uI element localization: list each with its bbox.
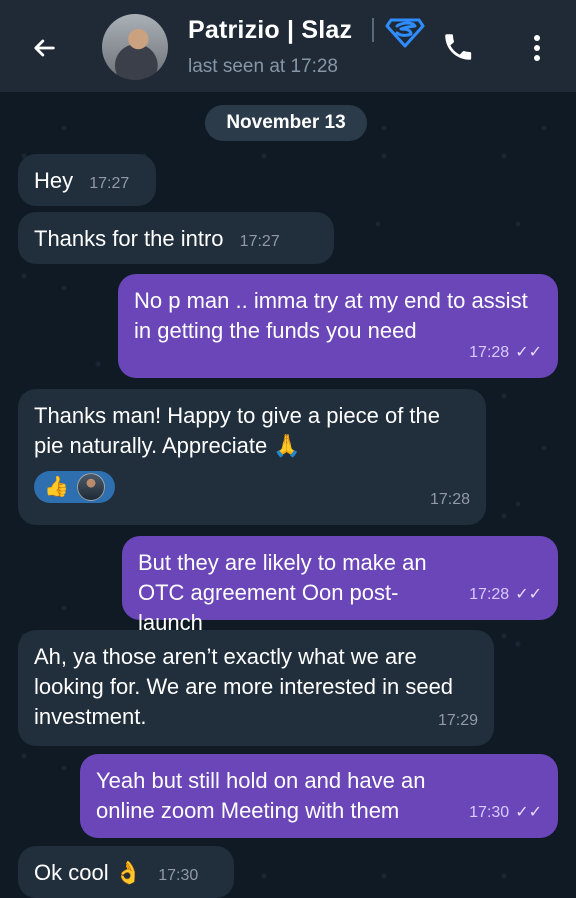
message-meta: 17:28 ✓✓ bbox=[469, 338, 542, 368]
date-chip: November 13 bbox=[205, 105, 367, 141]
chat-header: Patrizio | Slaz last seen at 17:28 bbox=[0, 0, 576, 92]
message-bubble[interactable]: Hey 17:27 bbox=[18, 154, 156, 206]
message-bubble[interactable]: Thanks man! Happy to give a piece of the… bbox=[18, 389, 486, 525]
message-bubble[interactable]: Yeah but still hold on and have an onlin… bbox=[80, 754, 558, 838]
more-vertical-icon[interactable] bbox=[527, 30, 547, 66]
message-text: Ah, ya those aren’t exactly what we are … bbox=[34, 644, 454, 729]
message-bubble[interactable]: Ah, ya those aren’t exactly what we are … bbox=[18, 630, 494, 746]
message-time: 17:30 bbox=[469, 804, 510, 821]
contact-name[interactable]: Patrizio | Slaz bbox=[188, 16, 352, 45]
message-meta: 17:29 bbox=[438, 706, 478, 736]
message-bubble[interactable]: But they are likely to make an OTC agree… bbox=[122, 536, 558, 635]
message-text: Thanks man! Happy to give a piece of the… bbox=[34, 403, 441, 458]
reaction-row: 👍 bbox=[34, 471, 470, 503]
read-receipt-icon: ✓✓ bbox=[515, 804, 542, 821]
message-time: 17:30 bbox=[158, 867, 199, 884]
message-time: 17:29 bbox=[437, 712, 478, 729]
message-bubble[interactable]: Thanks for the intro 17:27 bbox=[18, 212, 334, 264]
message-time: 17:27 bbox=[239, 233, 280, 250]
name-separator bbox=[372, 18, 374, 42]
message-text: Hey bbox=[34, 168, 74, 193]
message-time: 17:28 bbox=[469, 344, 510, 361]
message-text: No p man .. imma try at my end to assist… bbox=[134, 288, 528, 343]
message-text: Ok cool 👌 bbox=[34, 860, 143, 885]
read-receipt-icon: ✓✓ bbox=[515, 344, 542, 361]
read-receipt-icon: ✓✓ bbox=[515, 586, 542, 603]
arrow-left-icon[interactable] bbox=[26, 30, 62, 66]
superman-shield-icon bbox=[385, 16, 425, 48]
reaction-pill[interactable]: 👍 bbox=[34, 471, 115, 503]
message-bubble[interactable]: Ok cool 👌 17:30 bbox=[18, 846, 234, 898]
phone-icon[interactable] bbox=[441, 30, 475, 64]
message-meta: 17:28 bbox=[430, 485, 470, 515]
avatar[interactable] bbox=[102, 14, 168, 80]
last-seen-status: last seen at 17:28 bbox=[188, 56, 338, 77]
message-bubble[interactable]: No p man .. imma try at my end to assist… bbox=[118, 274, 558, 378]
message-meta: 17:28 ✓✓ bbox=[469, 580, 542, 610]
reaction-emoji: 👍 bbox=[44, 476, 69, 498]
message-time: 17:28 bbox=[469, 586, 510, 603]
message-text: Thanks for the intro bbox=[34, 226, 224, 251]
message-meta: 17:30 ✓✓ bbox=[469, 798, 542, 828]
reactor-avatar-icon bbox=[76, 473, 105, 501]
message-time: 17:27 bbox=[89, 175, 130, 192]
message-time: 17:28 bbox=[429, 491, 470, 508]
